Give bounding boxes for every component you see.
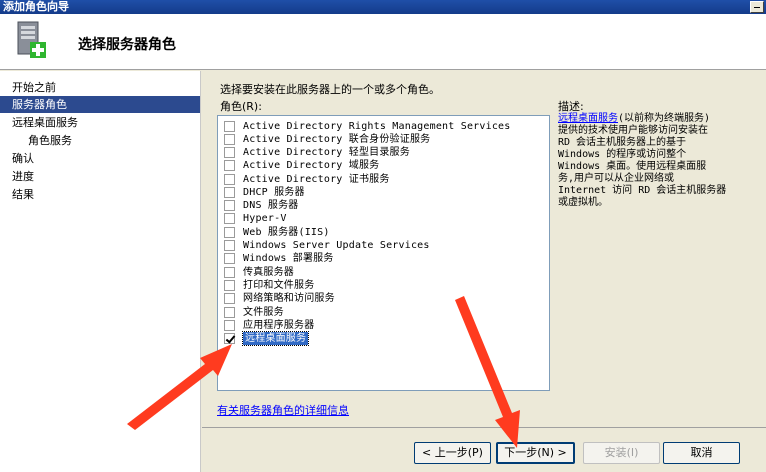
- checkbox[interactable]: [224, 307, 235, 318]
- checkbox[interactable]: [224, 253, 235, 264]
- page-title: 选择服务器角色: [78, 37, 176, 53]
- nav-item-confirmation[interactable]: 确认: [0, 150, 200, 167]
- checkbox[interactable]: [224, 174, 235, 185]
- role-item[interactable]: DHCP 服务器: [224, 186, 305, 199]
- window-title: 添加角色向导: [3, 0, 69, 13]
- checkbox[interactable]: [224, 160, 235, 171]
- wizard-header: 选择服务器角色: [0, 14, 766, 70]
- nav-item-progress[interactable]: 进度: [0, 168, 200, 185]
- server-add-icon: [17, 21, 46, 58]
- role-item[interactable]: 应用程序服务器: [224, 319, 314, 332]
- nav-item-remote-desktop-services[interactable]: 远程桌面服务: [0, 114, 200, 131]
- nav-item-role-services[interactable]: 角色服务: [0, 132, 200, 149]
- roles-label: 角色(R):: [220, 100, 262, 113]
- role-item-remote-desktop-services[interactable]: 远程桌面服务: [224, 331, 310, 346]
- checkbox[interactable]: [224, 147, 235, 158]
- role-item[interactable]: Active Directory 轻型目录服务: [224, 146, 410, 159]
- checkbox[interactable]: [224, 200, 235, 211]
- next-button[interactable]: 下一步(N) >: [496, 442, 575, 464]
- role-description-link[interactable]: 远程桌面服务: [558, 113, 618, 124]
- instruction-text: 选择要安装在此服务器上的一个或多个角色。: [220, 83, 440, 96]
- role-item[interactable]: 网络策略和访问服务: [224, 292, 335, 305]
- minimize-icon[interactable]: [750, 1, 764, 13]
- cancel-button[interactable]: 取消: [663, 442, 740, 464]
- role-item[interactable]: Active Directory 联合身份验证服务: [224, 133, 430, 146]
- role-description: 远程桌面服务(以前称为终端服务) 提供的技术使用户能够访问安装在 RD 会话主机…: [558, 113, 727, 208]
- role-item[interactable]: DNS 服务器: [224, 199, 298, 212]
- role-item[interactable]: Active Directory Rights Management Servi…: [224, 120, 510, 133]
- role-item[interactable]: Windows Server Update Services: [224, 239, 430, 252]
- description-label: 描述:: [558, 100, 584, 113]
- role-item[interactable]: Hyper-V: [224, 212, 287, 225]
- checkbox[interactable]: [224, 134, 235, 145]
- nav-item-server-roles[interactable]: 服务器角色: [0, 96, 200, 113]
- checkbox[interactable]: [224, 121, 235, 132]
- checkbox[interactable]: [224, 240, 235, 251]
- more-info-link[interactable]: 有关服务器角色的详细信息: [217, 402, 349, 418]
- role-item[interactable]: 传真服务器: [224, 266, 294, 279]
- nav-item-before-you-begin[interactable]: 开始之前: [0, 79, 200, 96]
- checkbox[interactable]: [224, 187, 235, 198]
- role-item[interactable]: Web 服务器(IIS): [224, 226, 330, 239]
- wizard-footer: < 上一步(P) 下一步(N) > 安装(I) 取消: [202, 427, 766, 472]
- checkbox[interactable]: [224, 267, 235, 278]
- back-button[interactable]: < 上一步(P): [414, 442, 491, 464]
- install-button[interactable]: 安装(I): [583, 442, 660, 464]
- nav-item-results[interactable]: 结果: [0, 186, 200, 203]
- roles-list[interactable]: Active Directory Rights Management Servi…: [217, 115, 550, 391]
- checkbox[interactable]: [224, 320, 235, 331]
- role-item[interactable]: Active Directory 证书服务: [224, 173, 390, 186]
- checkbox[interactable]: [224, 213, 235, 224]
- checkbox[interactable]: [224, 227, 235, 238]
- checkbox[interactable]: [224, 280, 235, 291]
- checkbox-checked[interactable]: [224, 333, 235, 344]
- role-item[interactable]: 打印和文件服务: [224, 279, 314, 292]
- role-item[interactable]: 文件服务: [224, 306, 284, 319]
- role-item[interactable]: Windows 部署服务: [224, 252, 334, 265]
- wizard-content: 选择要安装在此服务器上的一个或多个角色。 角色(R): 描述: Active D…: [202, 71, 766, 427]
- wizard-step-nav: 开始之前 服务器角色 远程桌面服务 角色服务 确认 进度 结果: [0, 71, 201, 472]
- checkbox[interactable]: [224, 293, 235, 304]
- role-item[interactable]: Active Directory 域服务: [224, 159, 379, 172]
- window-title-bar: 添加角色向导: [0, 0, 766, 14]
